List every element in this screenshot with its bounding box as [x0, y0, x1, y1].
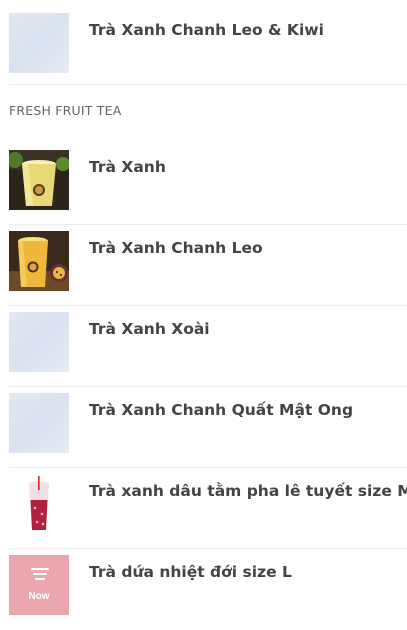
- product-name[interactable]: Trà dứa nhiệt đới size L: [89, 562, 399, 582]
- product-thumbnail[interactable]: [9, 231, 69, 291]
- list-item[interactable]: Trà Xanh Chanh Leo: [9, 226, 407, 306]
- product-thumbnail[interactable]: [9, 13, 69, 73]
- product-thumbnail[interactable]: [9, 150, 69, 210]
- product-thumbnail[interactable]: [9, 312, 69, 372]
- image-placeholder: [9, 13, 69, 73]
- now-logo-text: Now: [28, 591, 50, 602]
- list-item[interactable]: Trà Xanh: [9, 145, 407, 225]
- product-name[interactable]: Trà Xanh Chanh Leo & Kiwi: [89, 20, 399, 40]
- product-name[interactable]: Trà Xanh Chanh Quất Mật Ong: [89, 400, 399, 420]
- image-placeholder: [9, 393, 69, 453]
- now-logo-icon: Now: [9, 555, 69, 615]
- list-item[interactable]: Trà xanh dâu tằm pha lê tuyết size M: [9, 469, 407, 549]
- product-name[interactable]: Trà Xanh: [89, 157, 399, 177]
- product-thumbnail[interactable]: [9, 393, 69, 453]
- section-heading: FRESH FRUIT TEA: [9, 103, 122, 118]
- list-item[interactable]: Trà Xanh Chanh Leo & Kiwi: [9, 8, 407, 85]
- product-thumbnail[interactable]: Now: [9, 555, 69, 615]
- list-item[interactable]: Trà Xanh Chanh Quất Mật Ong: [9, 388, 407, 468]
- mulberry-tea-photo: [9, 474, 69, 534]
- image-placeholder: [9, 312, 69, 372]
- list-item[interactable]: Now Trà dứa nhiệt đới size L: [9, 550, 407, 630]
- product-name[interactable]: Trà Xanh Chanh Leo: [89, 238, 399, 258]
- list-item[interactable]: Trà Xanh Xoài: [9, 307, 407, 387]
- passionfruit-tea-photo: [9, 231, 69, 291]
- green-tea-photo: [9, 150, 69, 210]
- product-thumbnail[interactable]: [9, 474, 69, 534]
- product-name[interactable]: Trà Xanh Xoài: [89, 319, 399, 339]
- product-name[interactable]: Trà xanh dâu tằm pha lê tuyết size M: [89, 481, 407, 501]
